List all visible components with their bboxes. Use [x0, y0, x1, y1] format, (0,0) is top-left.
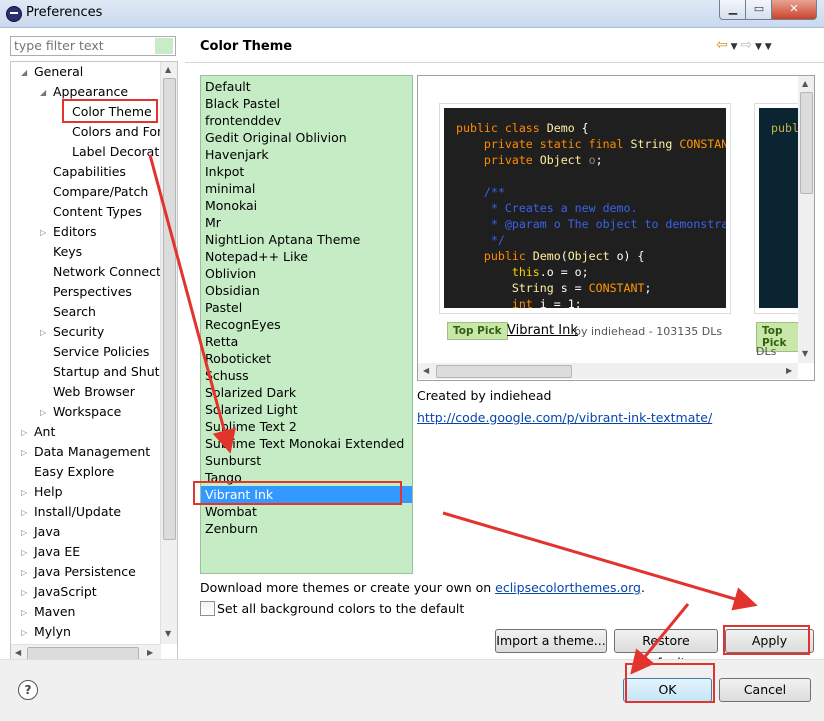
arrow-to-vibrant-ink [148, 154, 236, 454]
annotation-arrows [148, 154, 758, 675]
arrow-to-apply [442, 511, 758, 611]
arrow-to-ok [630, 603, 690, 675]
